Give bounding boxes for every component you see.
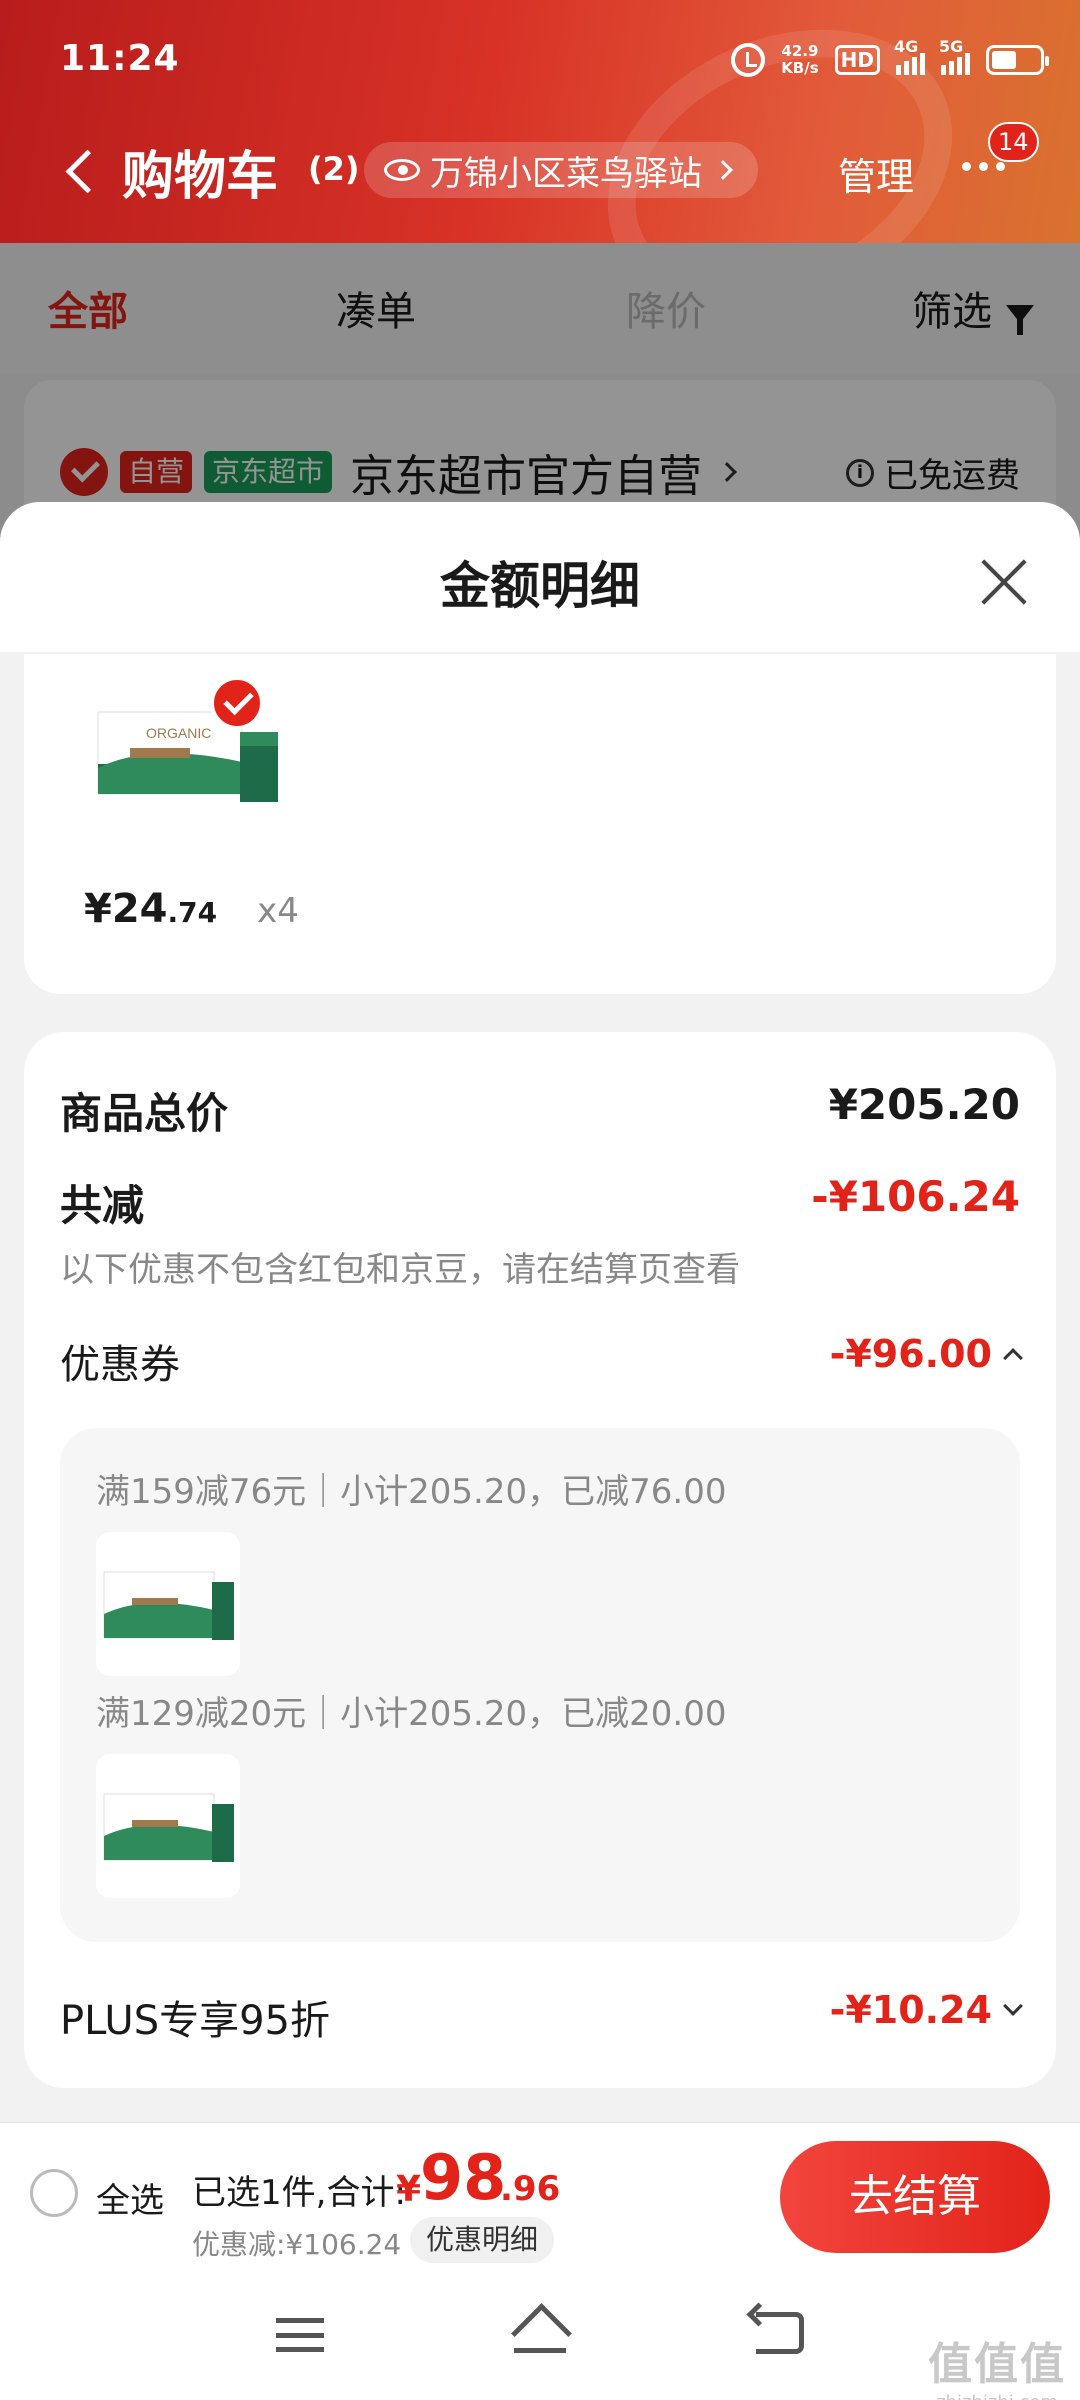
product-qty: x4: [257, 891, 299, 931]
watermark-url: zhizhizhi.com: [928, 2392, 1066, 2400]
system-nav-bar: 值值值 zhizhizhi.com: [0, 2272, 1080, 2400]
reduce-note: 以下优惠不包含红包和京豆，请在结算页查看: [60, 1250, 740, 1290]
location-selector[interactable]: 万锦小区菜鸟驿站: [364, 142, 758, 198]
plus-toggle[interactable]: -¥10.24: [829, 1988, 1023, 2032]
back-nav-icon[interactable]: [756, 2312, 804, 2354]
chevron-right-icon: [713, 160, 733, 180]
discount-detail-button[interactable]: 优惠明细: [410, 2217, 555, 2263]
product-check-icon[interactable]: [210, 676, 264, 730]
cart-count: (2): [308, 150, 360, 188]
watermark: 值值值 zhizhizhi.com: [928, 2328, 1066, 2400]
product-card: ORGANIC ¥24 .74 x4: [24, 654, 1056, 994]
sheet-header: 金额明细: [0, 502, 1080, 652]
checkout-button[interactable]: 去结算: [780, 2141, 1050, 2253]
signal-4g-icon: 4G: [894, 37, 925, 75]
total-integer: 98: [420, 2141, 507, 2214]
total-currency: ¥: [396, 2169, 422, 2210]
coupon-list: 满159减76元｜小计205.20，已减76.00 满129减20元｜小计205…: [60, 1428, 1020, 1942]
net-speed: 42.9 KB/s: [781, 43, 818, 77]
plus-value: -¥10.24: [829, 1988, 992, 2032]
nav-bar: 购物车 (2) 万锦小区菜鸟驿站 管理 14: [0, 120, 1080, 230]
page-title: 购物车: [122, 147, 279, 207]
product-price-dec: .74: [167, 896, 218, 929]
discount-summary: 优惠减:¥106.24: [192, 2228, 402, 2261]
select-all-radio[interactable]: [30, 2169, 78, 2217]
amount-detail-sheet: 金额明细 ORGANIC ¥24 .74 x4 商品总价 ¥205.20 共减 …: [0, 502, 1080, 2122]
goods-total-value: ¥205.20: [828, 1080, 1020, 1129]
coupon-value: -¥96.00: [829, 1332, 992, 1376]
chevron-down-icon: [1003, 1996, 1023, 2016]
reduce-label: 共减: [60, 1181, 145, 1230]
net-speed-value: 42.9: [781, 42, 819, 60]
product-price: ¥24 .74 x4: [84, 886, 299, 932]
selected-summary: 已选1件,合计:: [192, 2173, 406, 2213]
goods-total-label: 商品总价: [60, 1089, 229, 1138]
checkout-bar: 全选 已选1件,合计: ¥ 98 .96 优惠减:¥106.24 优惠明细 去结…: [0, 2122, 1080, 2272]
coupon-label: 优惠券: [60, 1342, 180, 1388]
summary-card: 商品总价 ¥205.20 共减 -¥106.24 以下优惠不包含红包和京豆，请在…: [24, 1032, 1056, 2088]
reduce-value: -¥106.24: [811, 1172, 1020, 1221]
more-icon[interactable]: [962, 162, 1005, 171]
total-decimal: .96: [500, 2169, 561, 2209]
message-badge: 14: [988, 122, 1039, 162]
coupon-toggle[interactable]: -¥96.00: [829, 1332, 1023, 1376]
product-brand-text: ORGANIC: [146, 725, 211, 741]
sheet-title: 金额明细: [440, 557, 640, 615]
battery-icon: [986, 45, 1049, 75]
hd-icon: HD: [834, 45, 880, 75]
signal-5g-label: 5G: [939, 37, 964, 56]
signal-4g-label: 4G: [894, 37, 919, 56]
chevron-up-icon: [1003, 1348, 1023, 1368]
product-price-int: ¥24: [84, 886, 168, 932]
net-speed-unit: KB/s: [781, 59, 819, 77]
coupon-product-thumbnail: [96, 1532, 240, 1676]
location-label: 万锦小区菜鸟驿站: [430, 153, 702, 194]
manage-button[interactable]: 管理: [838, 146, 914, 201]
eye-icon: [384, 159, 420, 181]
back-icon[interactable]: [56, 142, 106, 202]
status-icons: 42.9 KB/s HD 4G 5G: [731, 36, 1049, 84]
coupon-product-thumbnail: [96, 1754, 240, 1898]
home-icon[interactable]: [512, 2308, 568, 2358]
signal-5g-icon: 5G: [939, 37, 970, 75]
status-time: 11:24: [60, 38, 180, 79]
modal-overlay[interactable]: [0, 243, 1080, 543]
status-bar: 11:24 42.9 KB/s HD 4G 5G: [0, 0, 1080, 120]
select-all-label[interactable]: 全选: [96, 2173, 164, 2222]
plus-label: PLUS专享95折: [60, 1998, 330, 2044]
top-header: 11:24 42.9 KB/s HD 4G 5G 购物车 (2) 万锦小区菜鸟驿: [0, 0, 1080, 243]
close-icon[interactable]: [976, 554, 1030, 608]
menu-icon[interactable]: [276, 2318, 324, 2352]
alarm-icon: [731, 43, 766, 77]
watermark-text: 值值值: [928, 2339, 1066, 2390]
coupon-item-text: 满159减76元｜小计205.20，已减76.00: [96, 1472, 727, 1512]
coupon-item-text: 满129减20元｜小计205.20，已减20.00: [96, 1694, 727, 1734]
